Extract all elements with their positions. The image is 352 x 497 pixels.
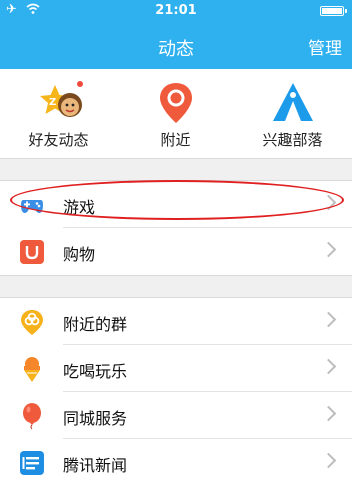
list-item-tencent-news[interactable]: 腾讯新闻	[0, 439, 352, 486]
battery-icon	[320, 6, 347, 16]
status-time: 21:01	[155, 3, 197, 18]
list-item-label: 购物	[63, 245, 96, 264]
list-item-label: 吃喝玩乐	[63, 362, 128, 381]
chevron-right-icon	[320, 241, 337, 258]
list-item-label: 同城服务	[63, 409, 128, 428]
shopping-bag-icon	[20, 240, 44, 264]
list-item-food-fun[interactable]: 吃喝玩乐	[0, 345, 352, 392]
quick-access-label: 好友动态	[28, 131, 89, 149]
list-item-shopping[interactable]: 购物	[0, 228, 352, 275]
chevron-right-icon	[320, 311, 337, 328]
quick-access-tribe[interactable]: 兴趣部落	[234, 69, 351, 158]
manage-button[interactable]: 管理	[308, 34, 342, 59]
chevron-right-icon	[320, 358, 337, 375]
page-title: 动态	[158, 39, 194, 60]
quick-access-friends-feed[interactable]: Z 好友动态	[0, 69, 117, 158]
svg-text:Z: Z	[49, 97, 56, 108]
tribe-tent-icon	[272, 83, 313, 121]
list-item-label: 附近的群	[63, 315, 128, 334]
news-icon	[20, 451, 44, 475]
status-bar: ✈ 21:01	[0, 0, 352, 22]
quick-access-label: 附近	[160, 131, 191, 149]
list-item-label: 腾讯新闻	[63, 456, 128, 475]
balloon-icon	[23, 403, 41, 430]
friends-feed-icon: Z	[39, 81, 83, 117]
nearby-groups-icon	[21, 310, 43, 335]
ice-cream-icon	[24, 357, 40, 382]
section-services: 附近的群 吃喝玩乐 同城服务 腾讯新闻	[0, 297, 352, 497]
list-item-nearby-groups[interactable]: 附近的群	[0, 298, 352, 345]
chevron-right-icon	[320, 405, 337, 422]
location-pin-icon	[159, 83, 192, 123]
highlight-ellipse	[10, 180, 344, 220]
quick-access-grid: Z 好友动态 附近 兴趣部落	[0, 69, 352, 159]
nav-bar: 动态 管理	[0, 22, 352, 69]
list-item-city-services[interactable]: 同城服务	[0, 392, 352, 439]
chevron-right-icon	[320, 452, 337, 469]
quick-access-label: 兴趣部落	[262, 131, 323, 149]
quick-access-nearby[interactable]: 附近	[117, 69, 234, 158]
